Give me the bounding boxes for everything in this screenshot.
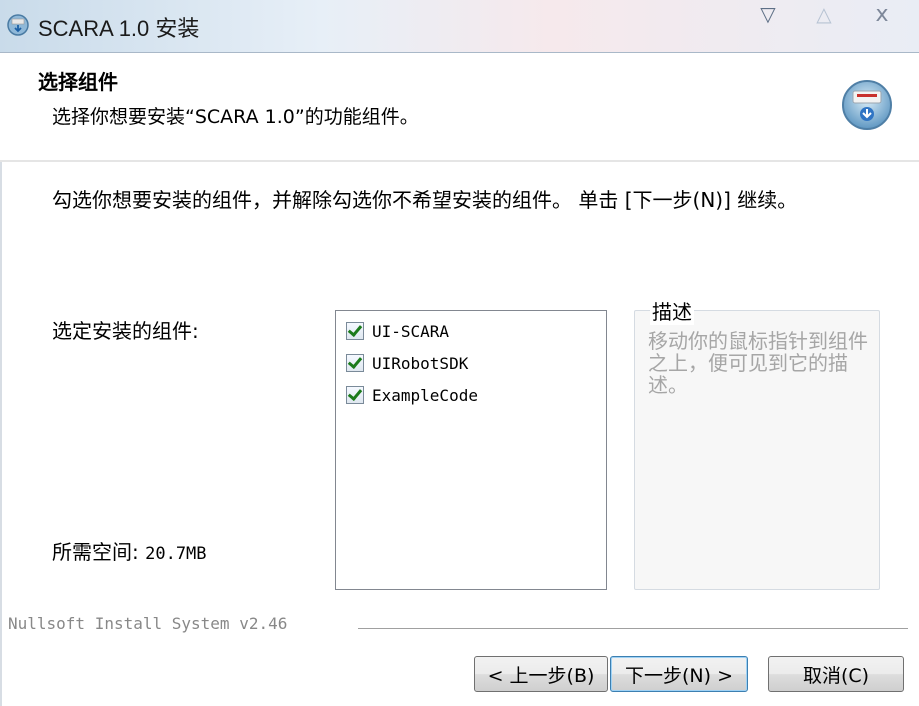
page-subtitle: 选择你想要安装“SCARA 1.0”的功能组件。 (52, 106, 419, 128)
header-divider (0, 160, 919, 162)
maximize-icon[interactable]: △ (804, 0, 844, 28)
space-label: 所需空间: (52, 540, 139, 564)
component-label: UIRobotSDK (372, 353, 469, 373)
description-legend: 描述 (650, 296, 694, 325)
component-checkbox[interactable] (346, 354, 364, 372)
component-checkbox[interactable] (346, 386, 364, 404)
window-frame (0, 162, 2, 706)
installer-icon (842, 80, 892, 130)
space-value: 20.7MB (145, 544, 207, 564)
next-button[interactable]: 下一步(N) > (610, 656, 748, 692)
components-tree[interactable]: UI-SCARA UIRobotSDK ExampleCode (335, 310, 607, 590)
component-label: ExampleCode (372, 385, 478, 405)
components-label: 选定安装的组件: (52, 319, 199, 343)
instructions-text: 勾选你想要安装的组件，并解除勾选你不希望安装的组件。 单击 [下一步(N)] 继… (52, 188, 798, 212)
installer-app-icon (7, 14, 29, 36)
nsis-brand-text: Nullsoft Install System v2.46 (8, 614, 288, 633)
space-required: 所需空间: 20.7MB (52, 536, 207, 565)
component-checkbox[interactable] (346, 322, 364, 340)
page-title: 选择组件 (38, 70, 118, 94)
close-icon[interactable]: ⅹ (862, 0, 902, 28)
footer-divider (358, 628, 908, 629)
component-item-uirobotsdk[interactable]: UIRobotSDK (346, 349, 606, 377)
component-label: UI-SCARA (372, 321, 450, 341)
back-button[interactable]: < 上一步(B) (474, 656, 608, 692)
minimize-icon[interactable]: ▽ (748, 0, 788, 28)
window-title: SCARA 1.0 安装 (38, 16, 200, 41)
cancel-button[interactable]: 取消(C) (768, 656, 904, 692)
title-bar: SCARA 1.0 安装 ▽ △ ⅹ (0, 0, 919, 53)
description-text: 移动你的鼠标指针到组件之上，便可见到它的描述。 (648, 329, 868, 397)
component-item-ui-scara[interactable]: UI-SCARA (346, 317, 606, 345)
component-item-examplecode[interactable]: ExampleCode (346, 381, 606, 409)
